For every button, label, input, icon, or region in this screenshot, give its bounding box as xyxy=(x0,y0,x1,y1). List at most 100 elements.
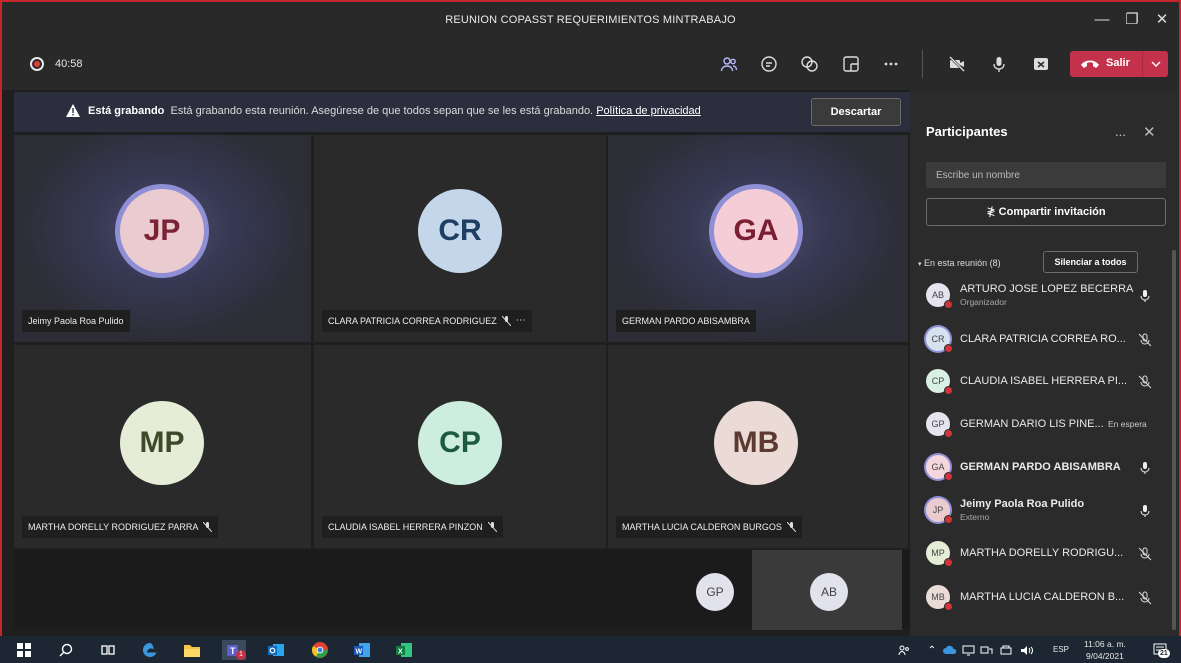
participant-row[interactable]: CR CLARA PATRICIA CORREA RO... xyxy=(924,324,1156,356)
section-label: En esta reunión (8) xyxy=(924,258,1001,268)
participant-name: CLAUDIA ISABEL HERRERA PI... xyxy=(960,375,1128,387)
display-tray-icon[interactable] xyxy=(976,640,996,660)
rooms-button[interactable] xyxy=(838,52,864,76)
chat-icon xyxy=(761,56,777,72)
privacy-policy-link[interactable]: Política de privacidad xyxy=(596,105,701,117)
excel-app[interactable]: X xyxy=(394,640,414,660)
people-icon xyxy=(898,645,909,656)
toolbar-divider xyxy=(922,50,923,78)
cloud-icon xyxy=(943,645,957,654)
leave-button[interactable]: Salir xyxy=(1070,51,1168,77)
participant-name: CLARA PATRICIA CORREA RODRIGUEZ xyxy=(328,316,497,326)
panel-close-button[interactable]: ✕ xyxy=(1143,123,1156,141)
start-button[interactable] xyxy=(14,640,34,660)
camera-off-icon xyxy=(949,56,965,72)
avatar-initials: MP xyxy=(931,548,945,558)
leave-label: Salir xyxy=(1106,57,1130,69)
meeting-toolbar: 40:58 Salir xyxy=(2,38,1179,90)
title-bar: REUNION COPASST REQUERIMIENTOS MINTRABAJ… xyxy=(2,2,1179,38)
status-badge xyxy=(944,472,953,481)
taskbar-clock[interactable]: 11:06 a. m. 9/04/2021 xyxy=(1084,638,1126,662)
word-icon: W xyxy=(354,643,370,657)
file-explorer-app[interactable] xyxy=(182,640,202,660)
chat-button[interactable] xyxy=(756,52,782,76)
breakout-rooms-icon xyxy=(843,56,859,72)
participant-role: Organizador xyxy=(960,297,1007,307)
participant-name: GERMAN PARDO ABISAMBRA xyxy=(622,316,750,326)
participant-avatar: GP xyxy=(926,412,953,438)
mute-all-button[interactable]: Silenciar a todos xyxy=(1043,251,1138,273)
participant-row[interactable]: GP GERMAN DARIO LIS PINE... En espera xyxy=(924,409,1156,441)
folder-icon xyxy=(184,645,200,657)
more-actions-button[interactable] xyxy=(878,52,904,76)
avatar: MB xyxy=(714,401,798,485)
recording-text: Está grabando esta reunión. Asegúrese de… xyxy=(170,105,594,117)
panel-scrollbar[interactable] xyxy=(1172,250,1176,630)
show-hidden-icons-button[interactable]: ⌃ xyxy=(922,640,942,660)
share-invite-button[interactable]: ≹ Compartir invitación xyxy=(926,198,1166,226)
video-tile[interactable]: MB MARTHA LUCIA CALDERON BURGOS xyxy=(608,345,908,548)
panel-more-button[interactable]: ... xyxy=(1115,124,1126,139)
chrome-app[interactable] xyxy=(310,640,330,660)
outlook-app[interactable] xyxy=(266,640,286,660)
display-icon xyxy=(980,646,992,654)
participant-row[interactable]: GA GERMAN PARDO ABISAMBRA xyxy=(924,452,1156,484)
search-icon xyxy=(59,643,73,657)
tile-more-icon[interactable]: ⋯ xyxy=(516,310,526,332)
mic-toggle-button[interactable] xyxy=(986,52,1012,76)
video-tile[interactable]: CP CLAUDIA ISABEL HERRERA PINZON xyxy=(314,345,606,548)
search-button[interactable] xyxy=(56,640,76,660)
close-window-button[interactable]: ✕ xyxy=(1148,8,1176,32)
monitor-icon xyxy=(962,645,974,655)
participant-name: MARTHA DORELLY RODRIGUEZ PARRA xyxy=(28,522,199,532)
ellipsis-icon xyxy=(884,62,898,66)
meeting-timer: 40:58 xyxy=(55,58,83,70)
participants-panel: Participantes ... ✕ ≹ Compartir invitaci… xyxy=(910,90,1179,636)
teams-app[interactable]: T 1 xyxy=(222,640,246,660)
participant-status: En espera xyxy=(1108,419,1147,429)
participant-row[interactable]: AB ARTURO JOSE LOPEZ BECERRA Organizador xyxy=(924,280,1156,312)
onedrive-tray-icon[interactable] xyxy=(940,640,960,660)
input-language[interactable]: ESP xyxy=(1053,645,1069,654)
hang-up-icon xyxy=(1081,60,1099,68)
participants-button[interactable] xyxy=(716,52,742,76)
avatar-initials: CR xyxy=(931,334,945,344)
mic-off-icon xyxy=(1138,547,1152,561)
video-tile[interactable]: GA GERMAN PARDO ABISAMBRA xyxy=(608,135,908,342)
maximize-button[interactable]: ❐ xyxy=(1118,8,1146,32)
participant-row[interactable]: JP Jeimy Paola Roa Pulido Externo xyxy=(924,495,1156,527)
minimize-button[interactable]: — xyxy=(1088,8,1116,32)
reactions-button[interactable] xyxy=(796,52,822,76)
mic-off-icon xyxy=(786,522,796,532)
participant-row[interactable]: MB MARTHA LUCIA CALDERON B... xyxy=(924,582,1156,614)
tile-name-tag: CLAUDIA ISABEL HERRERA PINZON xyxy=(322,516,503,538)
network-tray-icon[interactable] xyxy=(958,640,978,660)
volume-tray-icon[interactable] xyxy=(1016,640,1036,660)
windows-taskbar: T 1 W X ⌃ ESP 11:06 a. m. 9/04/2021 21 xyxy=(0,636,1181,663)
in-meeting-section-toggle[interactable]: ▾ En esta reunión (8) xyxy=(918,258,1001,268)
overflow-avatar[interactable]: GP xyxy=(696,573,734,611)
tile-name-tag: Jeimy Paola Roa Pulido xyxy=(22,310,130,332)
task-view-button[interactable] xyxy=(98,640,118,660)
self-view-tile[interactable]: AB xyxy=(752,550,902,630)
participant-row[interactable]: CP CLAUDIA ISABEL HERRERA PI... xyxy=(924,366,1156,398)
video-tile[interactable]: MP MARTHA DORELLY RODRIGUEZ PARRA xyxy=(14,345,311,548)
wifi-tray-icon[interactable] xyxy=(996,640,1016,660)
participant-avatar: MB xyxy=(926,585,953,611)
avatar: GA xyxy=(714,189,798,273)
people-tray-button[interactable] xyxy=(894,640,914,660)
dismiss-button[interactable]: Descartar xyxy=(811,98,901,126)
edge-app[interactable] xyxy=(140,640,160,660)
action-center-button[interactable]: 21 xyxy=(1150,640,1170,660)
participant-search-input[interactable] xyxy=(926,162,1166,188)
participant-row[interactable]: MP MARTHA DORELLY RODRIGU... xyxy=(924,538,1156,570)
clock-date: 9/04/2021 xyxy=(1086,651,1124,661)
share-tray-button[interactable] xyxy=(1028,52,1054,76)
chevron-down-icon xyxy=(1151,61,1160,67)
video-tile[interactable]: JP Jeimy Paola Roa Pulido xyxy=(14,135,311,342)
participant-name: GERMAN DARIO LIS PINE... xyxy=(960,418,1104,430)
leave-options-dropdown[interactable] xyxy=(1142,51,1168,77)
word-app[interactable]: W xyxy=(352,640,372,660)
camera-toggle-button[interactable] xyxy=(944,52,970,76)
video-tile[interactable]: CR CLARA PATRICIA CORREA RODRIGUEZ ⋯ xyxy=(314,135,606,342)
